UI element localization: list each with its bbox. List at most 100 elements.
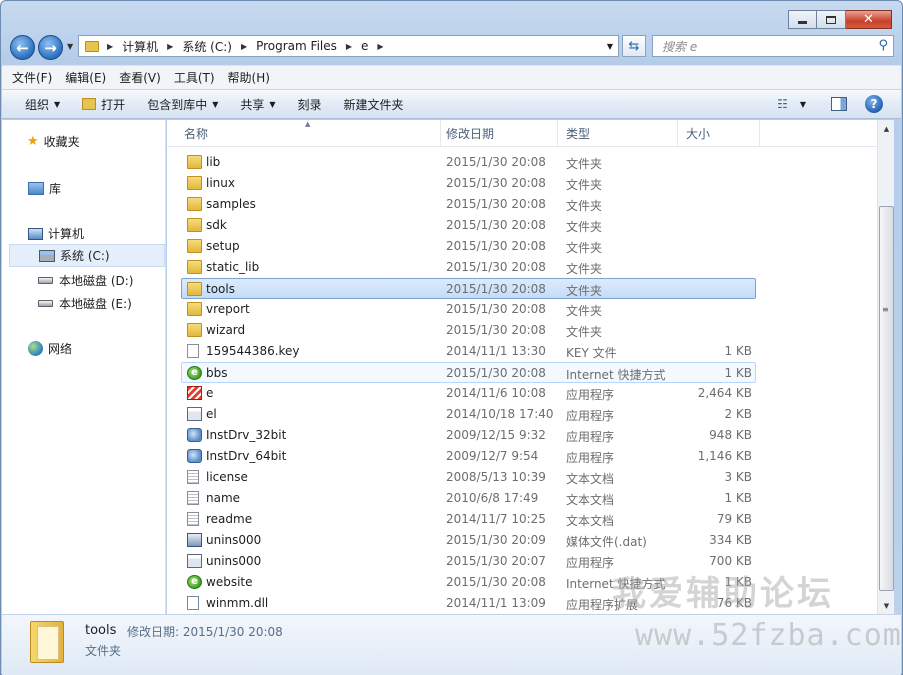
nav-network-label: 网络: [48, 342, 73, 356]
file-row[interactable]: name 2010/6/8 17:49 文本文档 1 KB: [167, 488, 877, 509]
file-row[interactable]: unins000 2015/1/30 20:09 媒体文件(.dat) 334 KB: [167, 530, 877, 551]
file-row[interactable]: e bbs 2015/1/30 20:08 Internet 快捷方式 1 KB: [181, 362, 756, 383]
forward-button[interactable]: →: [38, 35, 63, 60]
file-type: 文件夹: [566, 325, 603, 339]
file-date: 2015/1/30 20:08: [446, 575, 546, 589]
back-button[interactable]: ←: [10, 35, 35, 60]
file-name: InstDrv_64bit: [206, 449, 287, 463]
change-view-icon[interactable]: ☷: [777, 97, 788, 111]
file-row[interactable]: el 2014/10/18 17:40 应用程序 2 KB: [167, 404, 877, 425]
breadcrumb-separator-icon[interactable]: ▶: [167, 42, 173, 51]
scrollbar-grip-icon: ≡: [882, 305, 889, 314]
menu-help[interactable]: 帮助(H): [228, 69, 270, 86]
file-type: 文件夹: [566, 220, 603, 234]
nav-drive-e[interactable]: 本地磁盘 (E:): [38, 295, 132, 312]
file-date: 2014/10/18 17:40: [446, 407, 554, 421]
file-size: 1 KB: [724, 366, 752, 380]
recent-pages-dropdown[interactable]: ▼: [67, 42, 73, 51]
open-button[interactable]: 打开: [82, 96, 125, 113]
column-type[interactable]: 类型: [558, 120, 678, 147]
column-date[interactable]: 修改日期: [438, 120, 558, 147]
file-icon: [187, 344, 199, 358]
breadcrumb-separator-icon[interactable]: ▶: [346, 42, 352, 51]
refresh-button[interactable]: ⇆: [622, 35, 646, 57]
scrollbar-thumb[interactable]: [879, 206, 894, 591]
nav-network[interactable]: 网络: [28, 340, 72, 357]
column-size[interactable]: 大小: [678, 120, 760, 147]
menu-tools[interactable]: 工具(T): [174, 69, 215, 86]
file-row[interactable]: setup 2015/1/30 20:08 文件夹: [167, 236, 877, 257]
file-date: 2015/1/30 20:08: [446, 218, 546, 232]
file-type: KEY 文件: [566, 346, 617, 360]
column-type-label: 类型: [566, 127, 591, 141]
close-button[interactable]: ✕: [846, 10, 892, 29]
setup-icon: [187, 449, 202, 463]
view-dropdown-icon[interactable]: ▼: [800, 100, 806, 109]
file-row[interactable]: readme 2014/11/7 10:25 文本文档 79 KB: [167, 509, 877, 530]
nav-drive-e-label: 本地磁盘 (E:): [59, 297, 132, 311]
file-row[interactable]: InstDrv_64bit 2009/12/7 9:54 应用程序 1,146 KB: [167, 446, 877, 467]
nav-favorites-label: 收藏夹: [43, 135, 80, 149]
organize-button[interactable]: 组织 ▼: [25, 96, 60, 113]
command-bar: 组织 ▼ 打开 包含到库中 ▼ 共享 ▼ 刻录 新建文件夹 ☷ ▼ ?: [2, 89, 901, 119]
menu-edit[interactable]: 编辑(E): [65, 69, 106, 86]
breadcrumb-separator-icon[interactable]: ▶: [241, 42, 247, 51]
file-list: 名称 ▲ 修改日期 类型 大小 lib 2015/1/30 20:08 文件夹 lin…: [167, 120, 877, 614]
file-row[interactable]: e 2014/11/6 10:08 应用程序 2,464 KB: [167, 383, 877, 404]
scroll-down-icon[interactable]: ▼: [878, 597, 895, 614]
vertical-scrollbar[interactable]: ▲ ≡ ▼: [877, 120, 894, 614]
web-icon: e: [187, 575, 202, 589]
minimize-button[interactable]: [788, 10, 817, 29]
file-type: 应用程序: [566, 451, 615, 465]
include-in-library-button[interactable]: 包含到库中 ▼: [147, 96, 218, 113]
nav-libraries[interactable]: 库: [28, 180, 61, 197]
breadcrumb-separator-icon[interactable]: ▶: [377, 42, 383, 51]
menu-file[interactable]: 文件(F): [12, 69, 52, 86]
address-bar[interactable]: ▶ 计算机 ▶ 系统 (C:) ▶ Program Files ▶ e ▶ ▼: [78, 35, 619, 57]
file-rows: lib 2015/1/30 20:08 文件夹 linux 2015/1/30 20:0…: [167, 152, 877, 614]
file-row[interactable]: lib 2015/1/30 20:08 文件夹: [167, 152, 877, 173]
file-row[interactable]: samples 2015/1/30 20:08 文件夹: [167, 194, 877, 215]
file-row[interactable]: static_lib 2015/1/30 20:08 文件夹: [167, 257, 877, 278]
txt-icon: [187, 512, 199, 526]
file-row[interactable]: tools 2015/1/30 20:08 文件夹: [181, 278, 756, 299]
breadcrumb-drive-c[interactable]: 系统 (C:): [182, 38, 232, 55]
folder-icon: [187, 176, 202, 190]
file-row[interactable]: sdk 2015/1/30 20:08 文件夹: [167, 215, 877, 236]
breadcrumb-computer[interactable]: 计算机: [122, 38, 158, 55]
scroll-up-icon[interactable]: ▲: [878, 120, 895, 137]
help-icon[interactable]: ?: [865, 95, 883, 113]
file-size: 3 KB: [724, 470, 752, 484]
nav-drive-d[interactable]: 本地磁盘 (D:): [38, 272, 133, 289]
nav-computer[interactable]: 计算机: [28, 225, 84, 242]
file-row[interactable]: license 2008/5/13 10:39 文本文档 3 KB: [167, 467, 877, 488]
file-type: 文件夹: [566, 304, 603, 318]
burn-button[interactable]: 刻录: [298, 96, 322, 113]
file-row[interactable]: linux 2015/1/30 20:08 文件夹: [167, 173, 877, 194]
computer-icon: [28, 227, 43, 240]
preview-pane-icon[interactable]: [831, 97, 847, 111]
txt-icon: [187, 470, 199, 484]
file-row[interactable]: wizard 2015/1/30 20:08 文件夹: [167, 320, 877, 341]
file-date: 2015/1/30 20:08: [446, 323, 546, 337]
share-button[interactable]: 共享 ▼: [240, 96, 275, 113]
file-row[interactable]: 159544386.key 2014/11/1 13:30 KEY 文件 1 KB: [167, 341, 877, 362]
nav-libraries-label: 库: [49, 182, 62, 196]
search-input[interactable]: 搜索 e ⚲: [652, 35, 894, 57]
web-icon: e: [187, 366, 202, 380]
e-icon: [187, 386, 202, 400]
nav-favorites[interactable]: ★ 收藏夹: [27, 133, 80, 150]
nav-drive-c[interactable]: 系统 (C:): [9, 244, 165, 267]
file-type: 文本文档: [566, 514, 615, 528]
breadcrumb-e[interactable]: e: [361, 39, 368, 53]
maximize-button[interactable]: [817, 10, 846, 29]
breadcrumb-separator-icon[interactable]: ▶: [107, 42, 113, 51]
menu-view[interactable]: 查看(V): [119, 69, 161, 86]
new-folder-button[interactable]: 新建文件夹: [344, 96, 404, 113]
address-dropdown-icon[interactable]: ▼: [607, 42, 613, 51]
search-icon[interactable]: ⚲: [878, 38, 888, 53]
file-date: 2009/12/7 9:54: [446, 449, 539, 463]
file-row[interactable]: InstDrv_32bit 2009/12/15 9:32 应用程序 948 KB: [167, 425, 877, 446]
file-row[interactable]: vreport 2015/1/30 20:08 文件夹: [167, 299, 877, 320]
breadcrumb-program-files[interactable]: Program Files: [256, 39, 337, 53]
